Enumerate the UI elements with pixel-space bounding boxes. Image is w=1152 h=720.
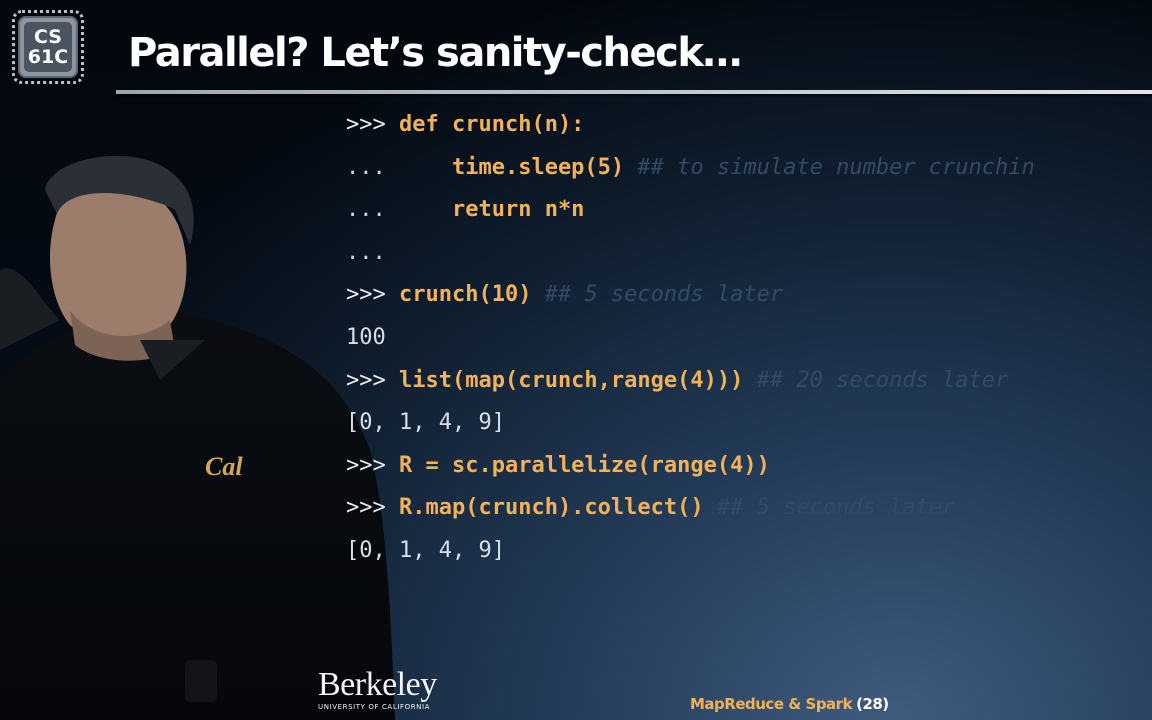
repl-prompt: >>> (346, 495, 386, 521)
logo-line-1: CS (34, 26, 62, 48)
code-line: >>> crunch(10) ## 5 seconds later (346, 274, 1152, 317)
footer-topic: MapReduce & Spark (690, 695, 853, 713)
footer-lecture-info: MapReduce & Spark (28) (690, 695, 889, 713)
chip-core: CS 61C (24, 22, 72, 72)
python-repl-code: >>> def crunch(n): ... time.sleep(5) ## … (346, 104, 1152, 574)
code-line: >>> R.map(crunch).collect() ## 5 seconds… (346, 487, 1152, 530)
berkeley-wordmark: Berkeley (318, 666, 437, 703)
code-line: >>> def crunch(n): (346, 104, 1152, 147)
code-text: R.map(crunch).collect() (399, 495, 704, 521)
repl-output: 100 (346, 324, 386, 350)
code-comment: ## 5 seconds later (703, 495, 956, 521)
repl-continuation: ... (346, 239, 386, 265)
code-line: [0, 1, 4, 9] (346, 402, 1152, 445)
code-text: crunch(10) (399, 282, 532, 308)
repl-output: [0, 1, 4, 9] (346, 537, 505, 563)
cal-logo: Cal (205, 452, 243, 481)
code-line: 100 (346, 317, 1152, 360)
code-line: [0, 1, 4, 9] (346, 530, 1152, 573)
code-text: list(map(crunch,range(4))) (399, 367, 744, 393)
cs61c-logo: CS 61C (12, 10, 84, 84)
code-text: time.sleep(5) (399, 154, 625, 180)
code-line: >>> R = sc.parallelize(range(4)) (346, 445, 1152, 488)
code-line: ... return n*n (346, 189, 1152, 232)
repl-prompt: >>> (346, 112, 386, 137)
repl-continuation: ... (346, 154, 386, 180)
slide: CS 61C Parallel? Let’s sanity-check… Cal… (0, 0, 1152, 720)
repl-continuation: ... (346, 197, 386, 223)
repl-output: [0, 1, 4, 9] (346, 410, 505, 436)
code-comment: ## to simulate number crunchin (624, 154, 1035, 180)
berkeley-subtitle: UNIVERSITY OF CALIFORNIA (318, 703, 431, 711)
slide-number: (28) (856, 695, 889, 713)
code-text: return n*n (399, 197, 585, 223)
berkeley-logo: Berkeley UNIVERSITY OF CALIFORNIA (318, 666, 437, 712)
logo-line-2: 61C (27, 46, 69, 68)
repl-prompt: >>> (346, 282, 386, 308)
slide-title: Parallel? Let’s sanity-check… (128, 30, 742, 76)
title-underline (116, 90, 1152, 94)
code-line: ... (346, 232, 1152, 275)
code-text: R = sc.parallelize(range(4)) (399, 452, 770, 478)
repl-prompt: >>> (346, 367, 386, 393)
presenter-figure: Cal (0, 155, 395, 720)
repl-prompt: >>> (346, 452, 386, 478)
code-line: >>> list(map(crunch,range(4))) ## 20 sec… (346, 360, 1152, 403)
code-text: def crunch(n): (399, 112, 585, 137)
code-comment: ## 5 seconds later (531, 282, 784, 308)
code-line: ... time.sleep(5) ## to simulate number … (346, 147, 1152, 190)
code-comment: ## 20 seconds later (743, 367, 1009, 393)
